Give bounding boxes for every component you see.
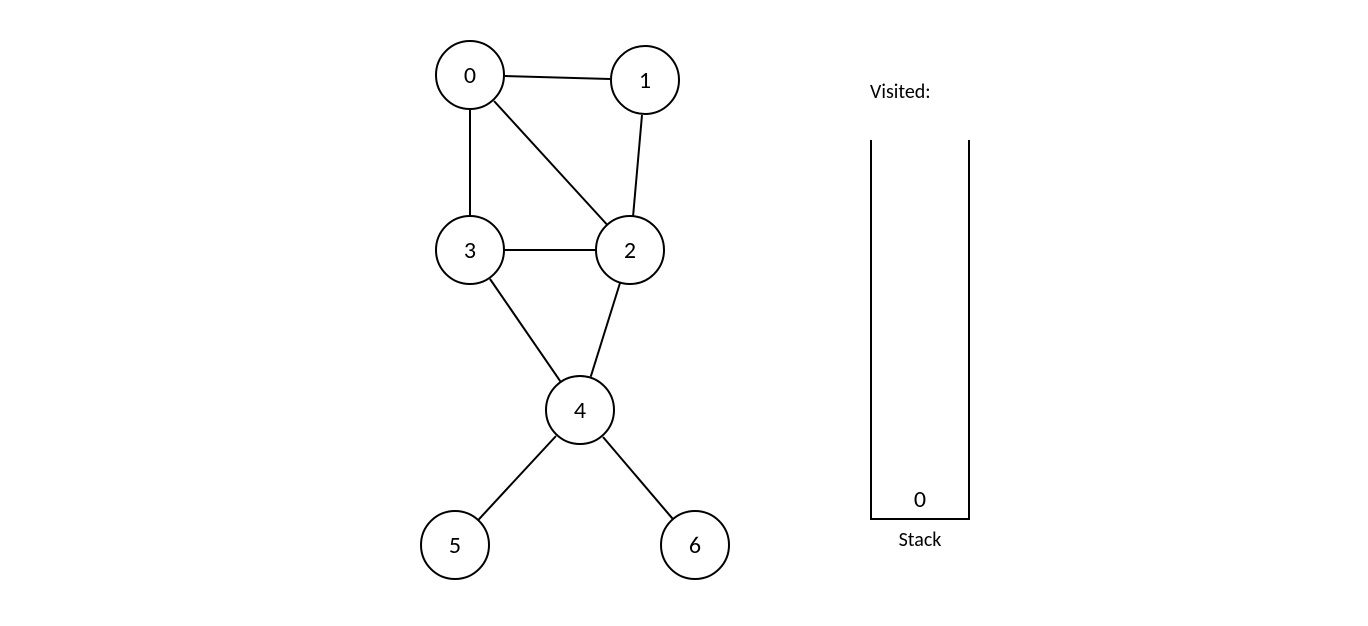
graph-node-6: 6 (660, 510, 730, 580)
graph-edge-0-3 (469, 110, 471, 215)
graph-node-1: 1 (610, 45, 680, 115)
graph-edge-4-5 (478, 435, 557, 520)
graph-edge-2-3 (505, 249, 595, 251)
stack-bottom-wall (870, 518, 970, 520)
graph-node-5: 5 (420, 510, 490, 580)
stack-diagram: 0 Stack (870, 140, 970, 560)
graph-node-2: 2 (595, 215, 665, 285)
graph-node-4: 4 (545, 375, 615, 445)
stack-item-0: 0 (870, 485, 970, 514)
graph-node-0: 0 (435, 40, 505, 110)
graph-edge-0-2 (493, 100, 607, 225)
graph-edge-0-1 (505, 75, 610, 80)
stack-right-wall (968, 140, 970, 520)
stack-left-wall (870, 140, 872, 520)
graph-edge-3-4 (489, 278, 561, 381)
graph-edge-4-6 (602, 436, 673, 519)
graph-node-3: 3 (435, 215, 505, 285)
graph-edge-1-2 (632, 115, 643, 215)
visited-label: Visited: (870, 80, 931, 104)
graph-edge-2-4 (589, 283, 620, 377)
graph-diagram: 0 1 2 3 45 6 (360, 40, 760, 600)
stack-label: Stack (870, 528, 970, 552)
